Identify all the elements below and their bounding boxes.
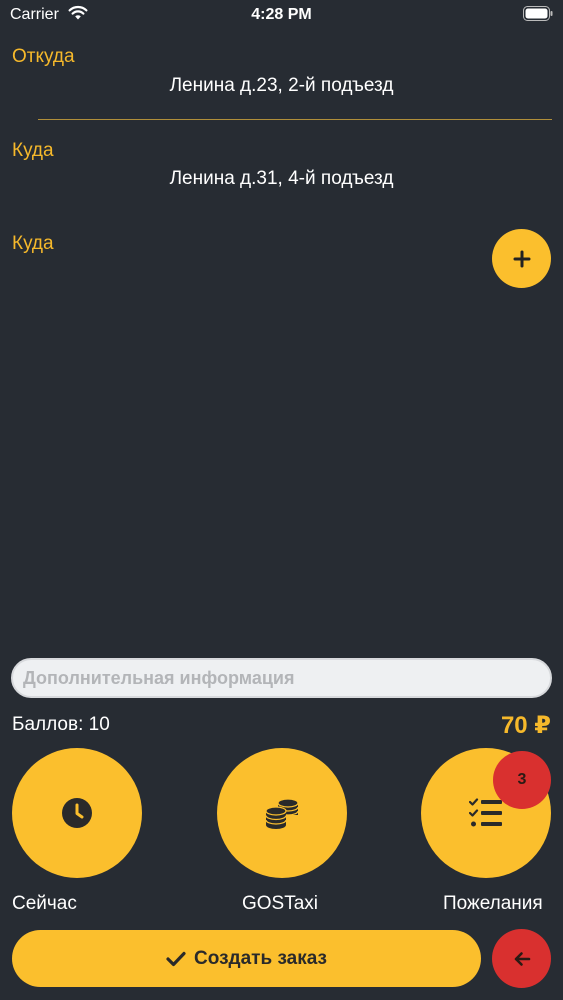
order-screen: Carrier 4:28 PM Откуда Ленина д.23, 2-й … xyxy=(0,0,563,1000)
status-bar: Carrier 4:28 PM xyxy=(0,0,563,30)
from-label: Откуда xyxy=(12,46,75,67)
checklist-icon xyxy=(469,798,502,827)
time-button[interactable] xyxy=(12,748,142,878)
additional-info-input[interactable] xyxy=(11,658,552,698)
clock-icon xyxy=(62,798,92,828)
check-icon xyxy=(166,951,186,966)
add-destination-button[interactable] xyxy=(492,229,551,288)
time-label: Сейчас xyxy=(12,893,77,914)
wishes-label: Пожелания xyxy=(443,893,543,914)
create-order-label: Создать заказ xyxy=(194,947,327,969)
battery-icon xyxy=(523,6,553,21)
order-price: 70 ₽ xyxy=(500,712,551,739)
extra-to-label: Куда xyxy=(12,233,54,254)
coins-icon xyxy=(265,798,299,829)
plus-icon xyxy=(513,250,530,267)
route-divider xyxy=(38,119,552,120)
create-order-button[interactable]: Создать заказ xyxy=(12,930,481,987)
clock-time: 4:28 PM xyxy=(251,6,312,23)
tariff-label: GOSTaxi xyxy=(242,893,319,914)
points-balance: Баллов: 10 xyxy=(12,714,110,735)
from-address[interactable]: Ленина д.23, 2-й подъезд xyxy=(0,75,563,97)
to-label: Куда xyxy=(12,140,54,161)
arrow-left-icon xyxy=(514,951,530,966)
wishes-count-badge: 3 xyxy=(493,751,551,809)
back-button[interactable] xyxy=(492,929,551,988)
tariff-button[interactable] xyxy=(217,748,347,878)
to-address[interactable]: Ленина д.31, 4-й подъезд xyxy=(0,168,563,190)
